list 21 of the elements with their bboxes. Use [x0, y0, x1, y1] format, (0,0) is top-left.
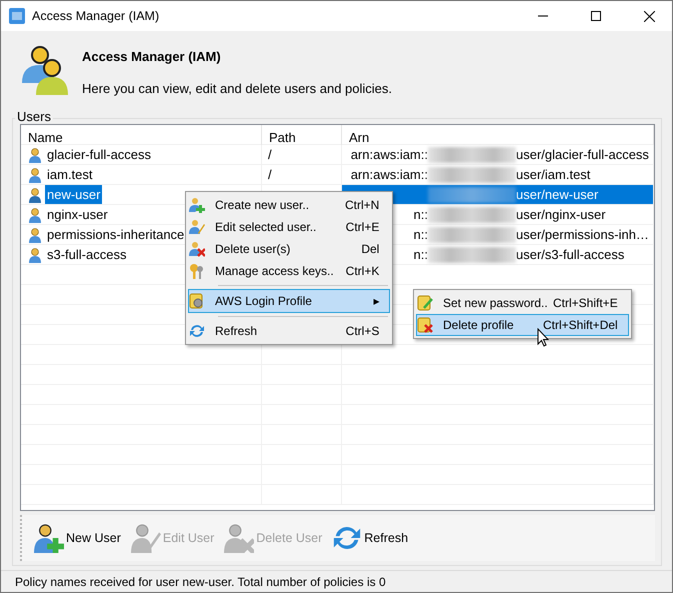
user-name[interactable]: iam.test — [45, 165, 95, 184]
user-name[interactable]: s3-full-access — [45, 245, 128, 264]
column-header[interactable]: Path — [262, 125, 342, 150]
header-subtitle: Here you can view, edit and delete users and policies. — [82, 81, 392, 96]
menu-item[interactable]: AWS Login Profile ▸ — [188, 289, 390, 314]
group-label: Users — [15, 109, 53, 124]
user-name[interactable]: new-user — [45, 185, 102, 204]
menu-item[interactable]: Refresh Ctrl+S — [188, 320, 390, 342]
user-name[interactable]: permissions-inheritance — [45, 225, 186, 244]
menu-item[interactable]: Set new password.. Ctrl+Shift+E — [416, 292, 629, 314]
path-cell: / — [262, 165, 342, 184]
arn-cell: arn:aws:iam:: user/iam.test — [342, 165, 654, 184]
toolbar-button[interactable]: Refresh — [330, 520, 410, 556]
arn-cell: arn:aws:iam:: user/glacier-full-access — [342, 145, 654, 164]
status-text: Policy names received for user new-user. Total number of policies is 0 — [15, 574, 386, 589]
window-title: Access Manager (IAM) — [32, 9, 160, 23]
user-name[interactable]: nginx-user — [45, 205, 110, 224]
toolbar-button[interactable]: New User — [32, 520, 123, 556]
header-title: Access Manager (IAM) — [82, 49, 222, 64]
menu-item[interactable]: Delete profile Ctrl+Shift+Del — [416, 314, 629, 336]
path-cell: / — [262, 145, 342, 164]
